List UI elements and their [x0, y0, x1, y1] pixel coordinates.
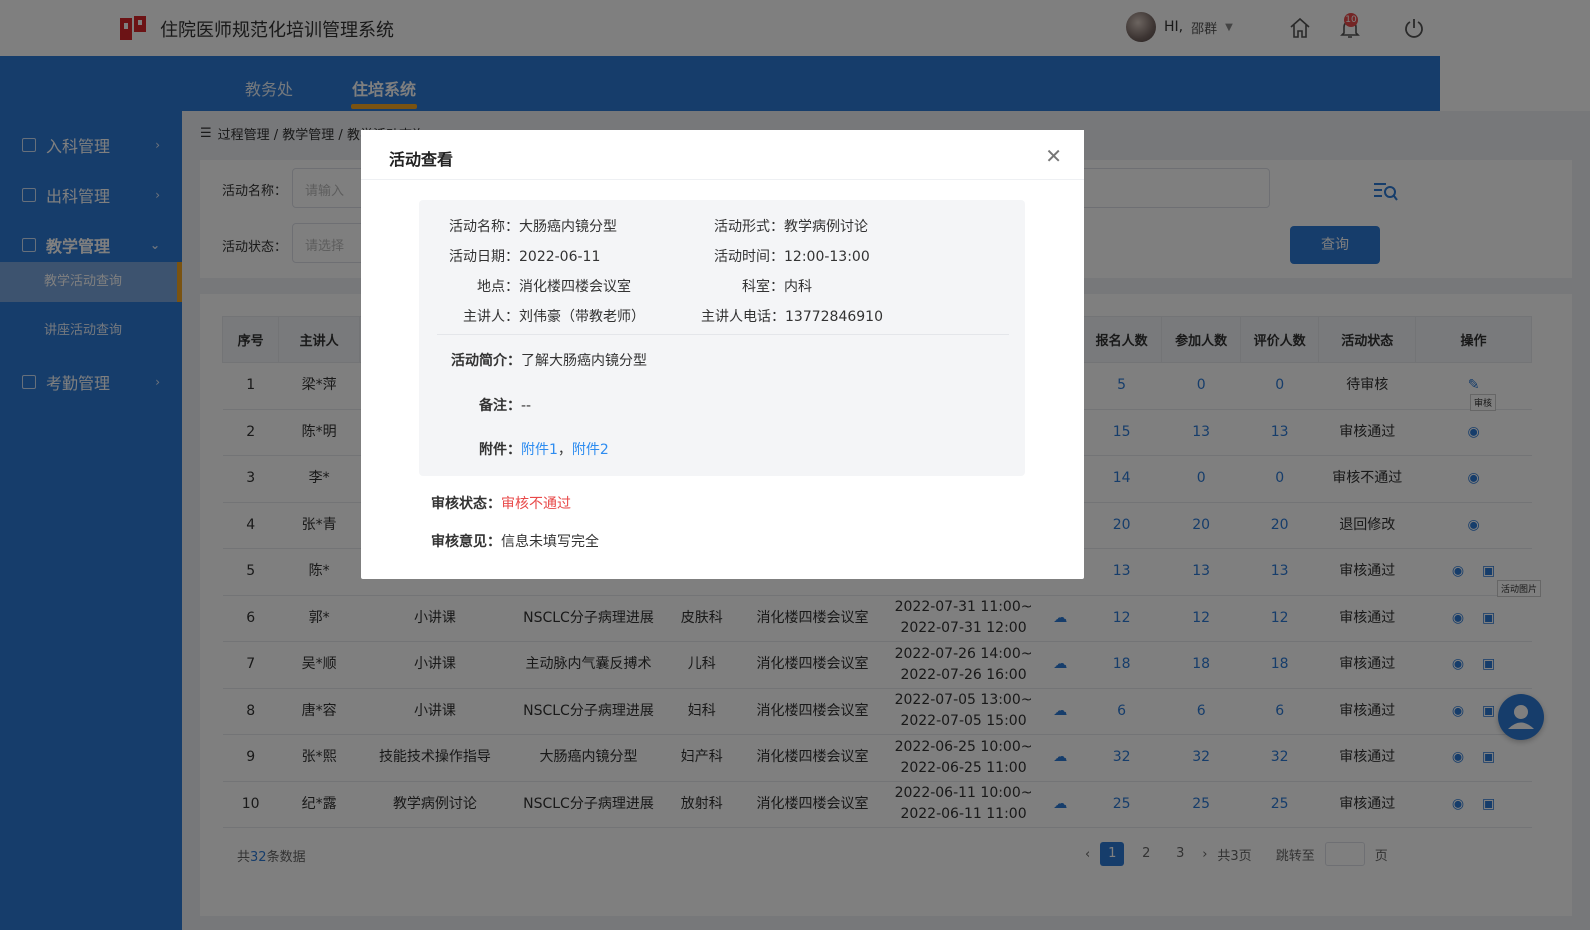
close-icon[interactable]: ✕ — [1045, 144, 1062, 168]
label: 主讲人电话： — [701, 309, 785, 325]
dialog-header: 活动查看 ✕ — [361, 130, 1084, 180]
value: 大肠癌内镜分型 — [519, 219, 617, 235]
info-speaker: 主讲人：刘伟豪（带教老师） — [463, 306, 645, 326]
info-place: 地点：消化楼四楼会议室 — [477, 276, 631, 296]
value: 教学病例讨论 — [784, 219, 868, 235]
label: 审核状态： — [431, 496, 501, 512]
label: 活动名称： — [449, 219, 519, 235]
info-activity-time: 活动时间：12:00-13:00 — [714, 246, 870, 266]
info-activity-date: 活动日期：2022-06-11 — [449, 246, 600, 266]
dialog-title: 活动查看 — [389, 150, 454, 169]
value: 了解大肠癌内镜分型 — [521, 353, 647, 369]
attachment-link-2[interactable]: 附件2 — [572, 442, 609, 458]
label: 附件： — [479, 442, 521, 458]
info-activity-form: 活动形式：教学病例讨论 — [714, 216, 868, 236]
value: 消化楼四楼会议室 — [519, 279, 631, 295]
info-attachments: 附件：附件1，附件2 — [479, 439, 609, 459]
review-status: 审核状态：审核不通过 — [431, 493, 571, 513]
value: 刘伟豪（带教老师） — [519, 309, 645, 325]
value: 信息未填写完全 — [501, 534, 599, 550]
info-remark: 备注：-- — [479, 395, 531, 415]
label: 地点： — [477, 279, 519, 295]
info-speaker-phone: 主讲人电话：13772846910 — [701, 306, 883, 326]
activity-info-box: 活动名称：大肠癌内镜分型 活动形式：教学病例讨论 活动日期：2022-06-11… — [419, 200, 1025, 476]
label: 活动形式： — [714, 219, 784, 235]
divider — [437, 334, 1009, 335]
review-opinion: 审核意见：信息未填写完全 — [431, 531, 599, 551]
value: 12:00-13:00 — [784, 249, 870, 265]
label: 活动时间： — [714, 249, 784, 265]
info-activity-name: 活动名称：大肠癌内镜分型 — [449, 216, 617, 236]
info-intro: 活动简介：了解大肠癌内镜分型 — [451, 350, 647, 370]
separator: ， — [557, 442, 572, 458]
label: 主讲人： — [463, 309, 519, 325]
label: 科室： — [742, 279, 784, 295]
label: 备注： — [479, 398, 521, 414]
attachment-link-1[interactable]: 附件1 — [521, 442, 558, 458]
value: 2022-06-11 — [519, 249, 601, 265]
value: 内科 — [784, 279, 812, 295]
info-dept: 科室：内科 — [742, 276, 812, 296]
activity-detail-dialog: 活动查看 ✕ 活动名称：大肠癌内镜分型 活动形式：教学病例讨论 活动日期：202… — [361, 130, 1084, 579]
value: -- — [521, 398, 532, 414]
value: 13772846910 — [785, 309, 883, 325]
value: 审核不通过 — [501, 496, 571, 512]
label: 活动简介： — [451, 353, 521, 369]
label: 审核意见： — [431, 534, 501, 550]
label: 活动日期： — [449, 249, 519, 265]
